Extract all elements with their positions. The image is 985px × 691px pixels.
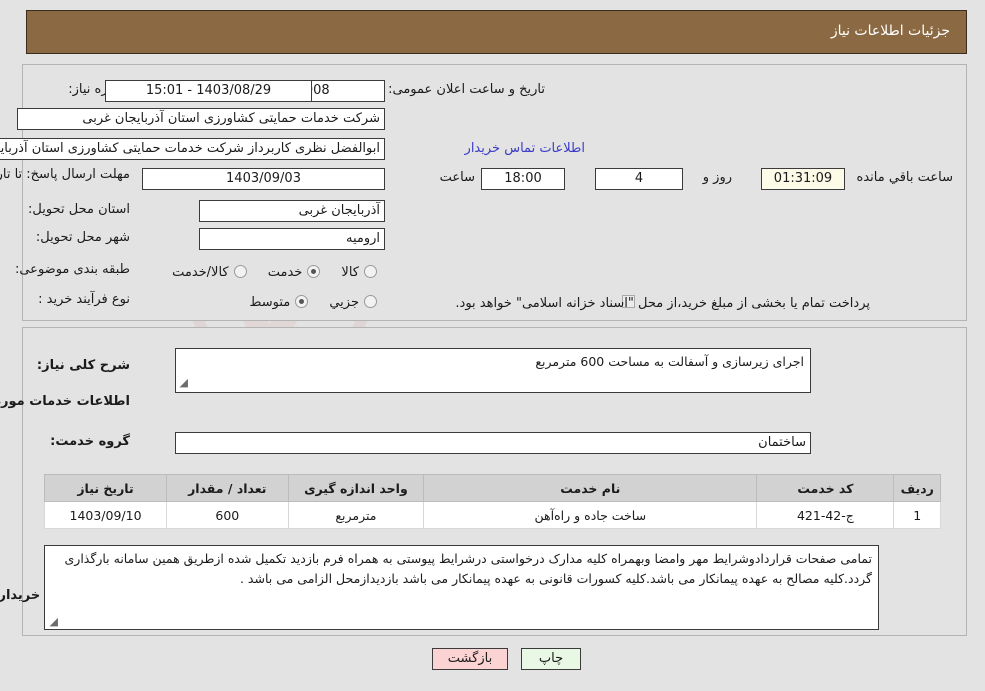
radio-label-khedmat: خدمت bbox=[267, 265, 303, 280]
purchase-process-radio-group: جزیي متوسط bbox=[233, 291, 377, 310]
deadline-label: مهلت ارسال پاسخ: تا تاریخ: bbox=[0, 167, 130, 182]
radio-label-jozei: جزیي bbox=[329, 295, 359, 310]
request-creator-value: ابوالفضل نظری کاربرداز شرکت خدمات حمایتی… bbox=[0, 138, 385, 160]
radio-dot-khedmat[interactable] bbox=[307, 265, 321, 278]
buyer-notes-textarea[interactable]: تمامی صفحات قراردادوشرایط مهر وامضا وبهم… bbox=[44, 545, 879, 630]
announce-datetime-value: 1403/08/29 - 15:01 bbox=[105, 80, 312, 102]
page-header: جزئیات اطلاعات نیاز bbox=[26, 10, 967, 54]
th-name: نام خدمت bbox=[423, 474, 758, 502]
radio-option-khedmat[interactable]: خدمت bbox=[247, 261, 321, 280]
radio-label-motavaset: متوسط bbox=[249, 295, 291, 310]
delivery-province-value: آذربایجان غربی bbox=[199, 200, 385, 222]
radio-dot-motavaset[interactable] bbox=[295, 295, 309, 308]
services-table: ردیف کد خدمت نام خدمت واحد اندازه گیری ت… bbox=[43, 474, 941, 529]
services-section-title: اطلاعات خدمات مورد نیاز bbox=[0, 394, 130, 409]
general-description-resize-grip[interactable]: ◢ bbox=[178, 377, 188, 388]
th-need-date: تاریخ نیاز bbox=[43, 474, 168, 502]
radio-dot-kala[interactable] bbox=[364, 265, 377, 278]
cell-unit: مترمربع bbox=[287, 501, 425, 529]
general-description-textarea[interactable]: اجرای زیرسازی و آسفالت به مساحت 600 مترم… bbox=[175, 348, 811, 393]
deadline-days-label: روز و bbox=[702, 170, 732, 185]
subject-category-radio-group: کالا خدمت کالا/خدمت bbox=[156, 261, 377, 280]
cell-radif: 1 bbox=[893, 501, 941, 529]
announce-datetime-label: تاریخ و ساعت اعلان عمومی: bbox=[388, 82, 545, 97]
table-header-row: ردیف کد خدمت نام خدمت واحد اندازه گیری ت… bbox=[43, 474, 941, 502]
radio-dot-kala-khedmat[interactable] bbox=[233, 265, 247, 278]
delivery-city-value: ارومیه bbox=[199, 228, 385, 250]
page-root: AriaTender.net جزئیات اطلاعات نیاز شماره… bbox=[0, 0, 985, 691]
th-quantity: تعداد / مقدار bbox=[166, 474, 289, 502]
deadline-hour-value: 18:00 bbox=[481, 168, 565, 190]
radio-label-kala: کالا bbox=[341, 265, 359, 280]
deadline-hour-label: ساعت bbox=[439, 170, 475, 185]
radio-option-kala-khedmat[interactable]: کالا/خدمت bbox=[156, 261, 247, 280]
deadline-date-value: 1403/09/03 bbox=[142, 168, 385, 190]
radio-option-jozei[interactable]: جزیي bbox=[308, 291, 377, 310]
buyer-org-value: شرکت خدمات حمایتی کشاورزی استان آذربایجا… bbox=[17, 108, 385, 130]
service-group-value: ساختمان bbox=[175, 432, 811, 454]
deadline-timer-label: ساعت باقي مانده bbox=[856, 170, 953, 185]
treasury-note-text: پرداخت تمام یا بخشی از مبلغ خرید،از محل … bbox=[455, 296, 870, 311]
need-summary-panel bbox=[22, 64, 967, 321]
delivery-province-label: استان محل تحویل: bbox=[28, 202, 130, 217]
cell-name: ساخت جاده و راه‌آهن bbox=[423, 501, 758, 529]
back-button[interactable]: بازگشت bbox=[432, 648, 508, 670]
page-title: جزئیات اطلاعات نیاز bbox=[830, 23, 950, 39]
radio-option-kala[interactable]: کالا bbox=[320, 261, 377, 280]
delivery-city-label: شهر محل تحویل: bbox=[35, 230, 130, 245]
buyer-contact-link[interactable]: اطلاعات تماس خریدار bbox=[465, 141, 585, 156]
general-description-label: شرح کلی نیاز: bbox=[36, 358, 130, 373]
subject-category-label: طبقه بندی موضوعی: bbox=[14, 262, 130, 277]
table-row: 1 ج-42-421 ساخت جاده و راه‌آهن مترمربع 6… bbox=[43, 501, 941, 529]
cell-need-date: 1403/09/10 bbox=[43, 501, 168, 529]
radio-label-kala-khedmat: کالا/خدمت bbox=[172, 265, 229, 280]
radio-dot-jozei[interactable] bbox=[364, 295, 377, 308]
print-button[interactable]: چاپ bbox=[521, 648, 581, 670]
th-unit: واحد اندازه گیری bbox=[287, 474, 425, 502]
cell-code: ج-42-421 bbox=[756, 501, 895, 529]
purchase-process-label: نوع فرآیند خرید : bbox=[38, 292, 130, 307]
deadline-days-value: 4 bbox=[595, 168, 683, 190]
deadline-countdown-timer: 01:31:09 bbox=[761, 168, 845, 190]
cell-quantity: 600 bbox=[166, 501, 289, 529]
radio-option-motavaset[interactable]: متوسط bbox=[233, 291, 309, 310]
th-code: کد خدمت bbox=[756, 474, 895, 502]
buyer-notes-resize-grip[interactable]: ◢ bbox=[48, 616, 58, 627]
th-radif: ردیف bbox=[893, 474, 941, 502]
service-group-label: گروه خدمت: bbox=[50, 434, 130, 449]
